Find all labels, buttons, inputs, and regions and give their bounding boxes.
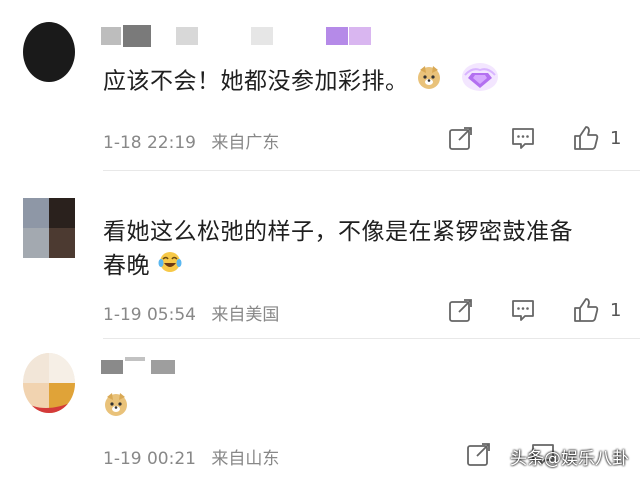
comment-text: 看她这么松弛的样子，不像是在紧锣密鼓准备 春晚 xyxy=(103,215,573,284)
comment-text xyxy=(103,391,129,427)
like-icon[interactable] xyxy=(572,296,599,322)
share-icon[interactable] xyxy=(448,125,474,151)
comment-item: 应该不会！她都没参加彩排。 1-18 22:19 来自广东 1 xyxy=(0,0,640,170)
watermark: 头条@娱乐八卦 xyxy=(510,449,629,469)
comment-location: 来自广东 xyxy=(211,133,280,153)
comment-icon[interactable] xyxy=(510,125,536,151)
like-count: 1 xyxy=(610,128,622,149)
comment-text: 应该不会！她都没参加彩排。 xyxy=(103,61,500,103)
like-count: 1 xyxy=(610,300,622,321)
vip-badge-icon xyxy=(460,61,500,103)
avatar[interactable] xyxy=(23,198,75,258)
share-icon[interactable] xyxy=(448,297,474,323)
comment-item: 看她这么松弛的样子，不像是在紧锣密鼓准备 春晚 1-19 05:54 来自美国 xyxy=(0,171,640,339)
comment-icon[interactable] xyxy=(510,297,536,323)
comment-meta: 1-19 00:21 来自山东 xyxy=(103,444,289,469)
username-blurred[interactable] xyxy=(101,357,181,375)
doge-emoji xyxy=(103,391,129,427)
comment-text-line: 看她这么松弛的样子，不像是在紧锣密鼓准备 xyxy=(103,219,573,245)
comment-time: 1-18 22:19 xyxy=(103,133,196,153)
comment-time: 1-19 00:21 xyxy=(103,449,196,469)
avatar[interactable] xyxy=(23,22,75,82)
comment-meta: 1-19 05:54 来自美国 xyxy=(103,300,289,325)
comment-location: 来自美国 xyxy=(211,305,280,325)
comment-text-line: 春晚 xyxy=(103,253,150,279)
comment-meta: 1-18 22:19 来自广东 xyxy=(103,128,289,153)
laugh-cry-emoji xyxy=(158,250,182,284)
like-icon[interactable] xyxy=(572,124,599,150)
avatar[interactable] xyxy=(23,353,75,413)
comment-text-content: 应该不会！她都没参加彩排。 xyxy=(103,68,409,95)
comment-location: 来自山东 xyxy=(211,449,280,469)
username-blurred[interactable] xyxy=(101,25,371,47)
comment-time: 1-19 05:54 xyxy=(103,305,196,325)
share-icon[interactable] xyxy=(466,441,492,467)
doge-emoji xyxy=(416,64,442,100)
